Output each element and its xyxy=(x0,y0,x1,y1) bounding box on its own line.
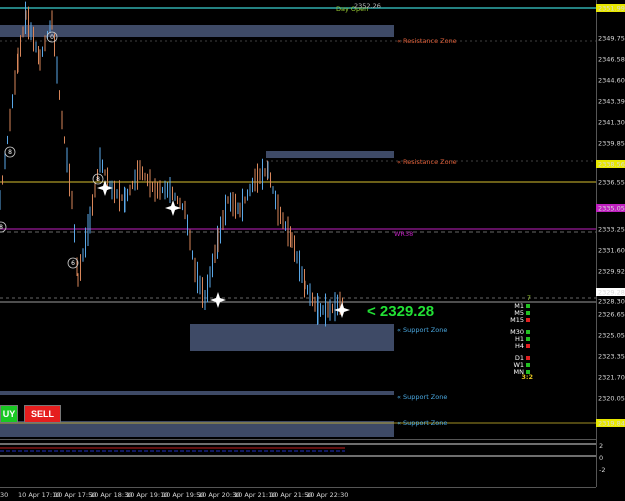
top-price-label: 2352.26 xyxy=(354,2,381,10)
price-axis-label: 2335.05 xyxy=(598,205,625,213)
price-axis-label: 2329.92 xyxy=(598,268,625,276)
indicator-window[interactable] xyxy=(0,440,596,487)
tf-direction-indicator xyxy=(526,311,530,315)
candles xyxy=(0,1,343,327)
price-axis-label: 2320.05 xyxy=(598,395,625,403)
buy-button[interactable]: UY xyxy=(0,405,18,423)
indicator-axis-label: 2 xyxy=(599,442,603,450)
support-zone-2-label: « Support Zone xyxy=(397,393,447,401)
tf-label: H4 xyxy=(514,342,524,350)
indicator-axis-label: 0 xyxy=(599,454,603,462)
circle-label: 0 xyxy=(50,34,54,41)
price-axis-label: 2328.30 xyxy=(598,298,625,306)
tf-label: M15 xyxy=(510,316,524,324)
support-zone-1 xyxy=(190,324,394,351)
resistance-zone-1-label: « Resistance Zone xyxy=(397,37,457,45)
timeframe-panel: 7 M1 M5 M15 M30 H1 H4 D1 W1 MN 3:2 xyxy=(505,294,535,384)
circle-label: 8 xyxy=(8,149,12,156)
price-axis-label: 2319.84 xyxy=(598,420,625,428)
pivot-label: WR38 xyxy=(394,230,413,238)
tf-direction-indicator xyxy=(526,304,530,308)
circle-label: 8 xyxy=(0,224,3,231)
price-axis-label: 2343.39 xyxy=(598,98,625,106)
time-axis: 30 10 Apr 17:1010 Apr 17:5010 Apr 18:3010… xyxy=(0,487,596,499)
time-axis-label: 10 Apr 22:30 xyxy=(306,491,348,499)
tf-top-label: 7 xyxy=(526,294,531,302)
support-zone-2 xyxy=(0,391,394,395)
price-axis-label: 2321.70 xyxy=(598,374,625,382)
resistance-zone-1 xyxy=(0,25,394,37)
circle-label: 6 xyxy=(71,260,75,267)
price-axis-label: 2326.65 xyxy=(598,311,625,319)
price-axis-label: 2338.56 xyxy=(598,161,625,169)
price-axis-label: 2323.35 xyxy=(598,353,625,361)
indicator-axis: 2 0 -2 xyxy=(596,440,605,487)
current-price-label: < 2329.28 xyxy=(367,303,435,320)
price-axis-label: 2339.85 xyxy=(598,140,625,148)
sell-button[interactable]: SELL xyxy=(24,405,61,423)
price-axis-label: 2329.28 xyxy=(598,289,625,297)
support-zone-3-label: « Support Zone xyxy=(397,419,447,427)
price-axis-label: 2325.05 xyxy=(598,332,625,340)
tf-direction-indicator xyxy=(526,330,530,334)
tf-score: 3:2 xyxy=(521,373,533,381)
star-marker xyxy=(334,302,350,318)
price-axis-label: 2351.99 xyxy=(598,5,625,13)
tf-direction-indicator xyxy=(526,344,530,348)
price-axis-label: 2346.58 xyxy=(598,56,625,64)
support-zone-1-label: « Support Zone xyxy=(397,326,447,334)
star-marker xyxy=(210,292,226,308)
price-axis-label: 2344.60 xyxy=(598,77,625,85)
tf-direction-indicator xyxy=(526,318,530,322)
price-axis-label: 2349.75 xyxy=(598,35,625,43)
tf-direction-indicator xyxy=(526,356,530,360)
time-axis-label: 30 xyxy=(0,491,8,499)
price-axis[interactable]: 2351.99 2349.75 2346.58 2344.60 2343.39 2341.… xyxy=(596,0,625,440)
price-axis-label: 2341.30 xyxy=(598,119,625,127)
circle-label: 8 xyxy=(96,176,100,183)
price-axis-label: 2331.60 xyxy=(598,247,625,255)
tf-direction-indicator xyxy=(526,337,530,341)
resistance-zone-2-label: « Resistance Zone xyxy=(397,158,457,166)
tf-direction-indicator xyxy=(526,363,530,367)
indicator-axis-label: -2 xyxy=(599,466,605,474)
price-axis-label: 2333.25 xyxy=(598,226,625,234)
resistance-zone-2 xyxy=(266,151,394,158)
price-axis-label: 2336.55 xyxy=(598,179,625,187)
star-marker xyxy=(165,200,181,216)
